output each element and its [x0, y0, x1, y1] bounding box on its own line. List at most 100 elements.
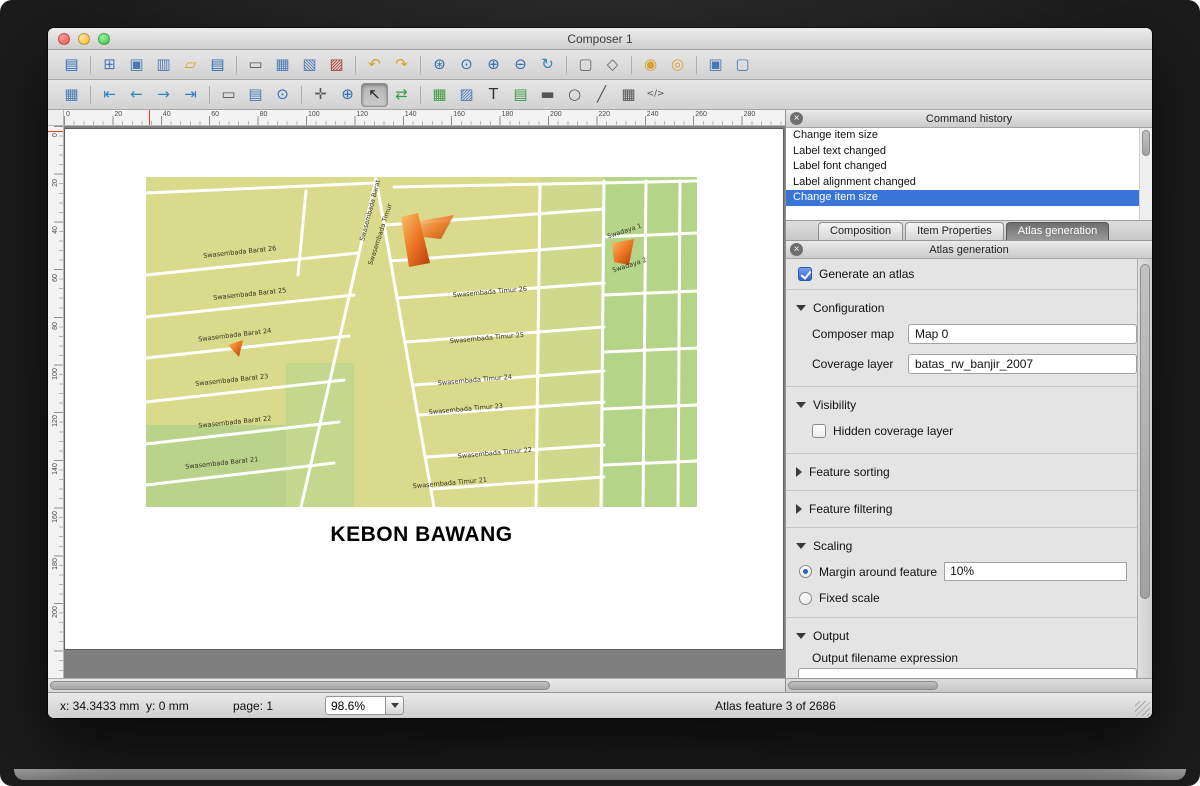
export-atlas-icon[interactable]: ▤ [242, 83, 269, 107]
scrollbar-thumb[interactable] [788, 681, 938, 690]
main-area: 020406080100120140160180200220240260280 … [48, 110, 1152, 692]
export-svg-icon[interactable]: ▧ [296, 53, 323, 77]
add-shape-icon[interactable]: ○ [561, 83, 588, 107]
canvas-horizontal-scrollbar[interactable] [48, 678, 785, 692]
history-item[interactable]: Label font changed [786, 159, 1152, 175]
ungroup-items-icon[interactable]: ▢ [729, 53, 756, 77]
tab-composition[interactable]: Composition [818, 222, 903, 240]
map-item[interactable]: Swasembada Barat 26Swasembada Barat 25Sw… [146, 177, 697, 507]
add-table-icon[interactable]: ▦ [615, 83, 642, 107]
group-items-icon[interactable]: ▣ [702, 53, 729, 77]
generate-atlas-checkbox[interactable] [798, 267, 812, 281]
select-region-icon[interactable]: ▢ [572, 53, 599, 77]
zoom-out-icon[interactable]: ⊖ [507, 53, 534, 77]
add-html-icon[interactable]: </> [642, 83, 669, 107]
refresh-view-icon[interactable]: ↻ [534, 53, 561, 77]
close-panel-icon[interactable]: × [790, 112, 803, 125]
composition-canvas[interactable]: Swasembada Barat 26Swasembada Barat 25Sw… [64, 126, 785, 678]
add-label-icon[interactable]: T [480, 83, 507, 107]
fixed-scale-radio[interactable] [799, 592, 812, 605]
window-title: Composer 1 [48, 32, 1152, 46]
save-project-icon[interactable]: ▤ [58, 53, 85, 77]
lock-items-icon[interactable]: ◉ [637, 53, 664, 77]
margin-around-feature-radio[interactable] [799, 565, 812, 578]
zoom-level-input[interactable] [325, 696, 385, 715]
ruler-number: 280 [744, 111, 756, 118]
pan-tool-icon[interactable]: ✛ [307, 83, 334, 107]
titlebar[interactable]: Composer 1 [48, 28, 1152, 50]
ruler-number: 100 [308, 111, 320, 118]
disclosure-down-icon[interactable] [796, 543, 806, 549]
toolbar-separator [415, 84, 426, 106]
ruler-number: 240 [647, 111, 659, 118]
ruler-number: 120 [51, 413, 61, 429]
history-item[interactable]: Change item size [786, 128, 1152, 144]
ruler-number: 160 [51, 509, 61, 525]
export-image-icon[interactable]: ▦ [269, 53, 296, 77]
tab-atlas-generation[interactable]: Atlas generation [1006, 222, 1110, 240]
scrollbar-thumb[interactable] [1140, 264, 1150, 599]
new-composer-icon[interactable]: ⊞ [96, 53, 123, 77]
zoom-dropdown-button[interactable] [385, 696, 404, 715]
print-icon[interactable]: ▭ [242, 53, 269, 77]
scrollbar-thumb[interactable] [50, 681, 550, 690]
zoom-full-icon[interactable]: ⊛ [426, 53, 453, 77]
undo-icon[interactable]: ↶ [361, 53, 388, 77]
close-panel-icon[interactable]: × [790, 243, 803, 256]
duplicate-composer-icon[interactable]: ▣ [123, 53, 150, 77]
fixed-scale-label: Fixed scale [819, 591, 880, 605]
zoom-tool-icon[interactable]: ⊕ [334, 83, 361, 107]
add-arrow-icon[interactable]: ╱ [588, 83, 615, 107]
unlock-items-icon[interactable]: ◎ [664, 53, 691, 77]
zoom-actual-icon[interactable]: ⊙ [453, 53, 480, 77]
history-item[interactable]: Change item size [786, 190, 1152, 206]
history-item[interactable]: Label text changed [786, 144, 1152, 160]
move-item-content-icon[interactable]: ⇄ [388, 83, 415, 107]
disclosure-down-icon[interactable] [796, 402, 806, 408]
disclosure-right-icon[interactable] [796, 467, 802, 477]
open-template-icon[interactable]: ▱ [177, 53, 204, 77]
composition-page[interactable]: Swasembada Barat 26Swasembada Barat 25Sw… [65, 129, 783, 649]
disclosure-right-icon[interactable] [796, 504, 802, 514]
composer-manager-icon[interactable]: ▥ [150, 53, 177, 77]
print-atlas-icon[interactable]: ▭ [215, 83, 242, 107]
coverage-layer-select[interactable]: batas_rw_banjir_2007 [908, 354, 1137, 374]
next-feature-icon[interactable]: → [150, 83, 177, 107]
map-title-label[interactable]: KEBON BAWANG [146, 523, 697, 547]
zoom-window-button[interactable] [98, 33, 110, 45]
export-pdf-icon[interactable]: ▨ [323, 53, 350, 77]
zoom-in-icon[interactable]: ⊕ [480, 53, 507, 77]
resize-grip[interactable] [1135, 701, 1150, 716]
tab-item-properties[interactable]: Item Properties [905, 222, 1004, 240]
last-feature-icon[interactable]: ⇥ [177, 83, 204, 107]
move-region-icon[interactable]: ◇ [599, 53, 626, 77]
output-filename-input[interactable] [798, 668, 1137, 678]
atlas-generation-panel: Generate an atlas Configuration Composer… [786, 259, 1152, 678]
atlas-settings-icon[interactable]: ▦ [58, 83, 85, 107]
disclosure-down-icon[interactable] [796, 633, 806, 639]
history-scrollbar[interactable] [1139, 128, 1152, 220]
composer-map-select[interactable]: Map 0 [908, 324, 1137, 344]
minimize-window-button[interactable] [78, 33, 90, 45]
hidden-coverage-checkbox[interactable] [812, 424, 826, 438]
first-feature-icon[interactable]: ⇤ [96, 83, 123, 107]
add-legend-icon[interactable]: ▤ [507, 83, 534, 107]
save-template-icon[interactable]: ▤ [204, 53, 231, 77]
disclosure-down-icon[interactable] [796, 305, 806, 311]
composer-map-label: Composer map [812, 327, 900, 341]
panel-horizontal-scrollbar[interactable] [786, 678, 1152, 692]
atlas-vertical-scrollbar[interactable] [1137, 259, 1152, 678]
scrollbar-thumb[interactable] [1142, 130, 1150, 156]
add-scalebar-icon[interactable]: ▬ [534, 83, 561, 107]
traffic-lights [58, 33, 110, 45]
redo-icon[interactable]: ↷ [388, 53, 415, 77]
previous-feature-icon[interactable]: ← [123, 83, 150, 107]
add-image-icon[interactable]: ▨ [453, 83, 480, 107]
margin-value-input[interactable]: 10% [944, 562, 1127, 581]
close-window-button[interactable] [58, 33, 70, 45]
canvas-column: 020406080100120140160180200220240260280 … [48, 110, 785, 692]
preview-atlas-icon[interactable]: ⊙ [269, 83, 296, 107]
history-item[interactable]: Label alignment changed [786, 175, 1152, 191]
select-move-item-icon[interactable]: ↖ [361, 83, 388, 107]
add-map-icon[interactable]: ▦ [426, 83, 453, 107]
